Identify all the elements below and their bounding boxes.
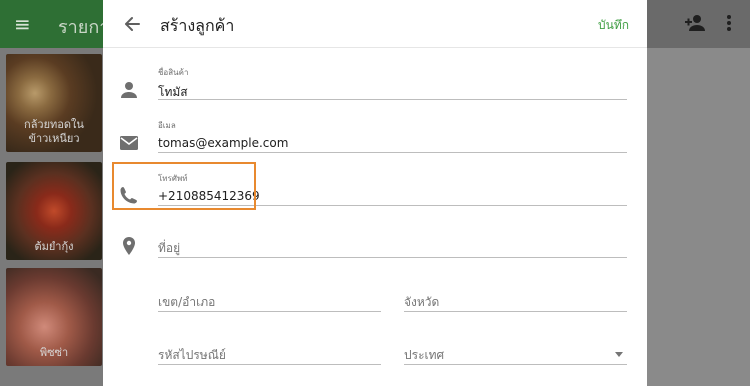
dropdown-arrow-icon[interactable] (615, 352, 623, 357)
district-field-placeholder: เขต/อำเภอ (158, 295, 216, 309)
dialog-title: สร้างลูกค้า (160, 16, 235, 35)
postal-code-field[interactable]: รหัสไปรษณีย์ (158, 346, 381, 365)
country-select[interactable]: ประเทศ (404, 346, 627, 365)
province-field-placeholder: จังหวัด (404, 295, 440, 309)
name-field-underline (158, 99, 627, 100)
email-field-label: อีเมล (158, 121, 176, 130)
more-vert-icon[interactable] (726, 14, 732, 36)
address-field-underline (158, 257, 627, 258)
address-field-placeholder: ที่อยู่ (158, 241, 181, 255)
location-pin-icon (119, 236, 139, 256)
district-field-underline (158, 311, 381, 312)
name-field-label: ชื่อสินค้า (158, 68, 189, 77)
email-icon (119, 133, 139, 153)
add-person-icon[interactable] (685, 14, 705, 36)
list-item[interactable]: พิซซ่า (6, 268, 102, 366)
address-field[interactable]: ที่อยู่ (158, 239, 627, 258)
list-item-caption: กล้วยทอดใน ข้าวเหนียว (24, 118, 84, 145)
back-arrow-icon[interactable] (121, 13, 143, 35)
email-field-value[interactable]: tomas@example.com (158, 136, 627, 152)
list-item-caption: พิซซ่า (39, 346, 69, 359)
name-field[interactable]: ชื่อสินค้า โทมัส (158, 66, 627, 100)
name-field-value[interactable]: โทมัส (158, 83, 627, 99)
postal-code-field-placeholder: รหัสไปรษณีย์ (158, 348, 226, 362)
district-field[interactable]: เขต/อำเภอ (158, 293, 381, 312)
province-field[interactable]: จังหวัด (404, 293, 627, 312)
save-button[interactable]: บันทึก (598, 16, 629, 35)
list-item-caption: ต้มยำกุ้ง (34, 240, 74, 253)
list-item[interactable]: ต้มยำกุ้ง (6, 162, 102, 260)
person-icon (119, 80, 139, 100)
background-app-bar-actions (647, 0, 750, 48)
dialog-header: สร้างลูกค้า บันทึก (103, 0, 647, 48)
menu-icon[interactable]: ≡ (14, 14, 31, 34)
phone-highlight-box (112, 162, 256, 210)
province-field-underline (404, 311, 627, 312)
country-select-underline (404, 364, 627, 365)
country-select-placeholder: ประเทศ (404, 348, 445, 362)
postal-code-field-underline (158, 364, 381, 365)
email-field[interactable]: อีเมล tomas@example.com (158, 119, 627, 153)
email-field-underline (158, 152, 627, 153)
list-item[interactable]: กล้วยทอดใน ข้าวเหนียว (6, 54, 102, 152)
